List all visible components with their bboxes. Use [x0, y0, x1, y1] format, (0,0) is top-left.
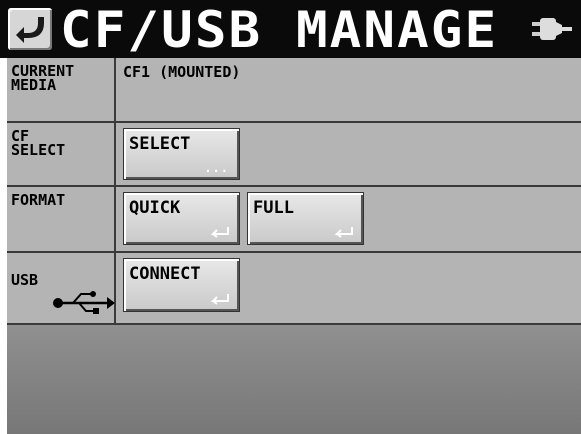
quick-button-label: QUICK	[129, 198, 181, 218]
select-button[interactable]: SELECT ...	[123, 128, 240, 180]
ellipsis-icon: ...	[204, 161, 229, 175]
usb-plug-icon	[532, 18, 572, 40]
current-media-label: CURRENT MEDIA	[7, 58, 116, 121]
back-button[interactable]	[8, 8, 52, 50]
enter-icon	[334, 227, 353, 238]
usb-symbol-icon	[53, 291, 115, 314]
connect-button[interactable]: CONNECT	[123, 258, 240, 312]
usb-label-text: USB	[11, 271, 39, 289]
cf-usb-manage-screen: CF/USB MANAGE CURRENT MEDIA CF1 (MOUNTED…	[0, 0, 581, 434]
usb-row: USB CONNECT	[7, 253, 581, 325]
page-title: CF/USB MANAGE	[60, 1, 499, 59]
usb-label: USB	[7, 253, 116, 323]
current-media-row: CURRENT MEDIA CF1 (MOUNTED)	[7, 58, 581, 123]
content-panel: CURRENT MEDIA CF1 (MOUNTED) CF SELECT SE…	[7, 58, 581, 434]
return-arrow-icon	[16, 17, 44, 43]
format-row: FORMAT QUICK FULL	[7, 187, 581, 253]
connect-button-label: CONNECT	[129, 264, 201, 284]
cf-select-label: CF SELECT	[7, 123, 116, 185]
full-button-label: FULL	[253, 198, 294, 218]
select-button-label: SELECT	[129, 134, 191, 154]
enter-icon	[210, 227, 229, 238]
empty-area	[7, 325, 581, 434]
current-media-value: CF1 (MOUNTED)	[123, 63, 241, 81]
title-bar: CF/USB MANAGE	[0, 0, 581, 58]
full-format-button[interactable]: FULL	[247, 192, 364, 245]
cf-select-row: CF SELECT SELECT ...	[7, 123, 581, 187]
quick-format-button[interactable]: QUICK	[123, 192, 240, 245]
format-label: FORMAT	[7, 187, 116, 251]
enter-icon	[210, 294, 229, 305]
